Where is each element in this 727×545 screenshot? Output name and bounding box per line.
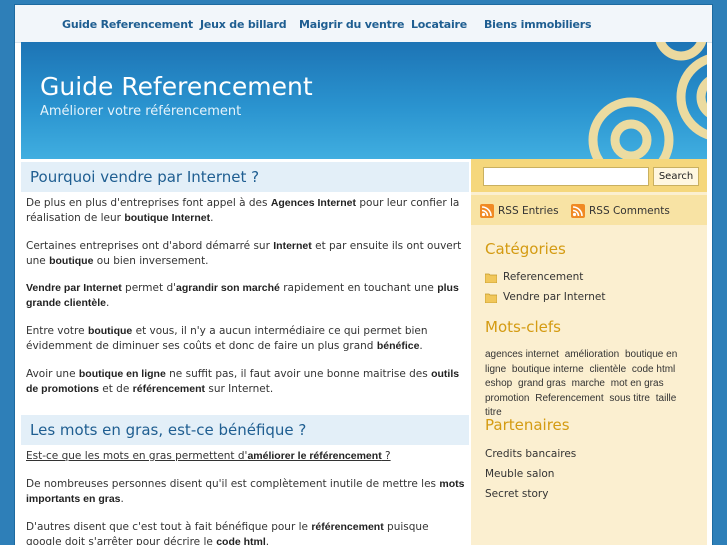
text-segment: boutique <box>49 255 94 267</box>
tag-link[interactable]: taille <box>656 393 677 404</box>
partner-link-secret-story[interactable]: Secret story <box>485 488 548 500</box>
tag-link[interactable]: mot en gras <box>611 378 664 389</box>
text-segment: bénéfice <box>376 340 420 352</box>
nav-link-maigrir-du-ventre[interactable]: Maigrir du ventre <box>299 18 404 31</box>
tag-link[interactable]: agences internet <box>485 349 559 360</box>
text-segment: code html <box>216 536 266 545</box>
text-segment: . <box>120 493 124 505</box>
sidebar: Search RSS Entries RSS Comments Catégori… <box>471 159 707 545</box>
tag-link[interactable]: eshop <box>485 378 512 389</box>
text-segment: De plus en plus d'entreprises font appel… <box>26 197 271 209</box>
partner-link-meuble-salon[interactable]: Meuble salon <box>485 468 554 480</box>
category-label: Vendre par Internet <box>503 291 606 303</box>
nav-link-guide-referencement[interactable]: Guide Referencement <box>62 18 193 31</box>
tag-link[interactable]: sous titre <box>609 393 650 404</box>
search-input[interactable] <box>483 167 649 186</box>
tags-heading: Mots-clefs <box>485 318 561 336</box>
text-segment: Avoir une <box>26 368 79 380</box>
nav-link-jeux-de-billard[interactable]: Jeux de billard <box>200 18 287 31</box>
tag-link[interactable]: code html <box>632 364 675 375</box>
tag-link[interactable]: grand gras <box>518 378 566 389</box>
text-segment: ou bien inversement. <box>93 255 209 267</box>
search-bar: Search <box>471 159 707 192</box>
partners-heading: Partenaires <box>485 416 570 434</box>
text-segment: référencement <box>311 521 384 533</box>
rss-entries-label: RSS Entries <box>498 205 559 217</box>
text-segment: Entre votre <box>26 325 88 337</box>
tag-link[interactable]: amélioration <box>565 349 619 360</box>
post-2-paragraph-3: D'autres disent que c'est tout à fait bé… <box>26 520 466 545</box>
post-1-paragraph-2: Certaines entreprises ont d'abord démarr… <box>26 239 466 269</box>
tag-link[interactable]: boutique interne <box>512 364 584 375</box>
folder-icon <box>485 273 497 283</box>
text-segment: Agences Internet <box>270 197 357 209</box>
site-tagline: Améliorer votre référencement <box>40 104 242 119</box>
text-segment: . <box>265 536 270 545</box>
search-button[interactable]: Search <box>653 167 699 186</box>
text-segment: boutique en ligne <box>78 368 166 380</box>
text-segment: boutique Internet <box>124 212 211 224</box>
folder-icon <box>485 293 497 303</box>
top-navigation: Guide Referencement Jeux de billard Maig… <box>15 5 712 43</box>
post-1-paragraph-5: Avoir une boutique en ligne ne suffit pa… <box>26 367 466 397</box>
text-segment: Vendre par Internet <box>26 282 122 294</box>
text-segment: permet d' <box>121 282 176 294</box>
text-segment: . <box>419 340 423 352</box>
category-label: Referencement <box>503 271 584 283</box>
post-1-paragraph-1: De plus en plus d'entreprises font appel… <box>26 196 466 226</box>
text-segment: améliorer le référencement <box>247 450 382 462</box>
text-segment: sur Internet. <box>205 383 274 395</box>
text-segment: . <box>105 297 110 309</box>
site-title[interactable]: Guide Referencement <box>40 72 313 101</box>
post-1-paragraph-4: Entre votre boutique et vous, il n'y a a… <box>26 324 466 354</box>
tag-cloud: agences internet amélioration boutique e… <box>485 348 700 421</box>
rss-bar: RSS Entries RSS Comments <box>471 195 707 225</box>
text-segment: D'autres disent que c'est tout à fait bé… <box>26 521 312 533</box>
text-segment: Est-ce que les mots en gras permettent d… <box>26 450 248 462</box>
text-segment: De nombreuses personnes disent qu'il est… <box>26 478 440 490</box>
text-segment: . <box>210 212 214 224</box>
page-container: Guide Referencement Jeux de billard Maig… <box>14 4 713 545</box>
tag-link[interactable]: marche <box>572 378 605 389</box>
post-1-paragraph-3: Vendre par Internet permet d'agrandir so… <box>26 281 466 311</box>
partner-link-credits-bancaires[interactable]: Credits bancaires <box>485 448 576 460</box>
text-segment: ? <box>381 450 391 462</box>
text-segment: Certaines entreprises ont d'abord démarr… <box>26 240 274 252</box>
tag-link[interactable]: Referencement <box>535 393 603 404</box>
text-segment: ne suffit pas, il faut avoir une bonne m… <box>165 368 432 380</box>
main-content: Pourquoi vendre par Internet ? De plus e… <box>21 159 469 545</box>
post-2-paragraph-2: De nombreuses personnes disent qu'il est… <box>26 477 466 507</box>
post-2-paragraph-1: Est-ce que les mots en gras permettent d… <box>26 449 466 464</box>
tag-link[interactable]: promotion <box>485 393 529 404</box>
categories-heading: Catégories <box>485 240 566 258</box>
text-segment: référencement <box>132 383 206 395</box>
tag-link[interactable]: clientèle <box>589 364 626 375</box>
nav-link-locataire[interactable]: Locataire <box>411 18 467 31</box>
text-segment: et de <box>98 383 133 395</box>
post-title-2[interactable]: Les mots en gras, est-ce bénéfique ? <box>21 415 469 445</box>
text-segment: boutique <box>87 325 133 337</box>
rss-icon <box>571 204 585 218</box>
text-segment: Internet <box>273 240 312 252</box>
text-segment: rapidement en touchant une <box>279 282 438 294</box>
rss-icon <box>480 204 494 218</box>
post-title-1[interactable]: Pourquoi vendre par Internet ? <box>21 162 469 192</box>
nav-link-biens-immobiliers[interactable]: Biens immobiliers <box>484 18 591 31</box>
text-segment: agrandir son marché <box>176 282 280 294</box>
site-header: Guide Referencement Améliorer votre réfé… <box>21 42 707 159</box>
rss-comments-label: RSS Comments <box>589 205 670 217</box>
